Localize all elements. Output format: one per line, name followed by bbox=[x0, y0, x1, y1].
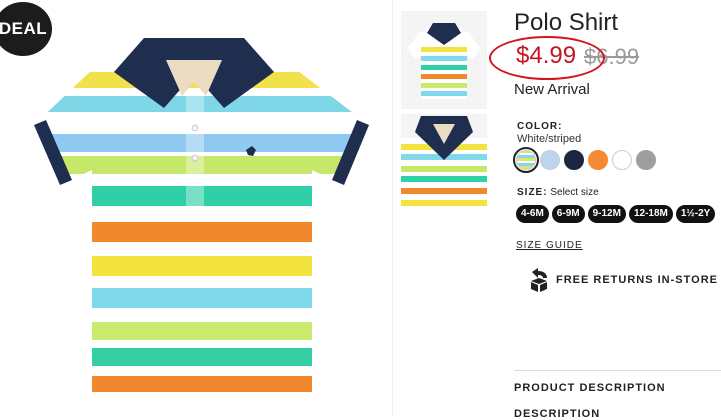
swatch-grey[interactable] bbox=[636, 150, 656, 170]
new-arrival-tag: New Arrival bbox=[514, 81, 590, 98]
product-main-image[interactable] bbox=[24, 30, 380, 396]
size-prompt: Select size bbox=[550, 187, 599, 198]
free-returns[interactable]: FREE RETURNS IN-STORE bbox=[528, 268, 718, 292]
thumbnail-2[interactable] bbox=[401, 114, 487, 212]
description-heading[interactable]: DESCRIPTION bbox=[514, 408, 600, 420]
swatch-white[interactable] bbox=[612, 150, 632, 170]
size-option-12-18m[interactable]: 12-18M bbox=[628, 205, 673, 223]
size-options: 4-6M 6-9M 9-12M 12-18M 1½-2Y bbox=[516, 205, 716, 223]
size-option-1-5-2y[interactable]: 1½-2Y bbox=[675, 205, 716, 223]
swatch-white-striped[interactable] bbox=[513, 147, 539, 173]
return-box-icon bbox=[531, 268, 547, 292]
section-divider bbox=[514, 370, 721, 371]
product-description-heading[interactable]: PRODUCT DESCRIPTION bbox=[514, 382, 666, 394]
vertical-divider bbox=[392, 0, 393, 417]
swatch-navy[interactable] bbox=[564, 150, 584, 170]
free-returns-label: FREE RETURNS IN-STORE bbox=[556, 274, 718, 286]
thumbnail-1[interactable] bbox=[401, 11, 487, 109]
size-row: SIZE: Select size bbox=[517, 187, 599, 198]
price-annotation-circle bbox=[489, 36, 605, 80]
color-swatches bbox=[513, 147, 656, 173]
size-option-6-9m[interactable]: 6-9M bbox=[551, 205, 585, 223]
product-title: Polo Shirt bbox=[514, 9, 619, 36]
color-value: White/striped bbox=[517, 133, 582, 145]
swatch-light-blue-print[interactable] bbox=[540, 150, 560, 170]
size-option-9-12m[interactable]: 9-12M bbox=[587, 205, 626, 223]
size-label: SIZE: bbox=[517, 187, 548, 198]
size-guide-link[interactable]: SIZE GUIDE bbox=[516, 240, 583, 251]
color-label: COLOR: bbox=[517, 121, 563, 132]
size-option-4-6m[interactable]: 4-6M bbox=[516, 205, 549, 223]
swatch-orange[interactable] bbox=[588, 150, 608, 170]
